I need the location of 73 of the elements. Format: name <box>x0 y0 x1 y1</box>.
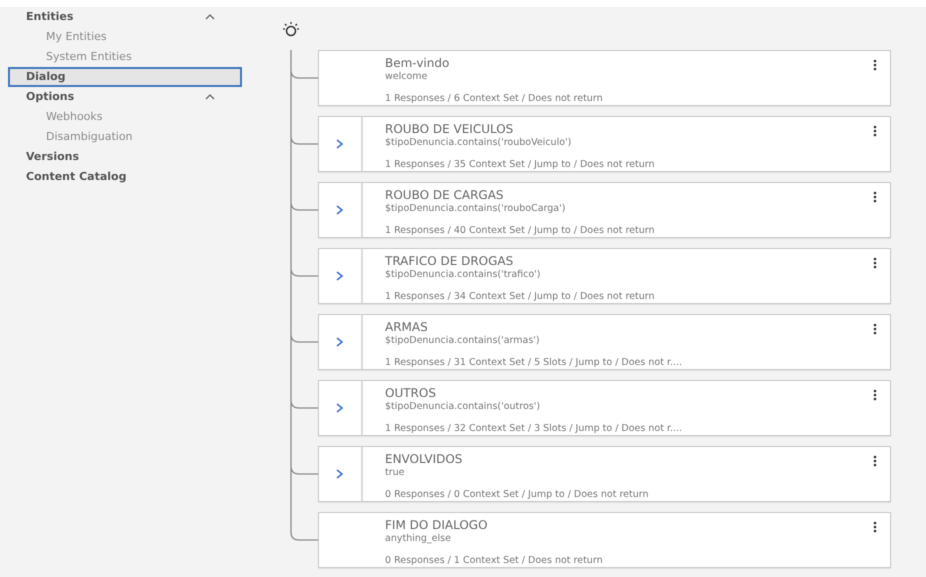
sidebar-item-label: Dialog <box>26 68 66 85</box>
sidebar-item[interactable]: Entities <box>8 7 242 27</box>
sidebar-item-label: My Entities <box>46 28 107 45</box>
sidebar-item[interactable]: Webhooks <box>8 107 242 127</box>
chevron-right-icon[interactable] <box>335 403 345 413</box>
overflow-menu-icon[interactable] <box>873 191 877 203</box>
connector-line <box>290 313 319 381</box>
node-summary: 1 Responses / 34 Context Set / Jump to / Does not return <box>385 290 656 303</box>
sidebar-item[interactable]: Dialog <box>8 67 242 87</box>
node-condition: $tipoDenuncia.contains('trafico') <box>385 268 542 281</box>
overflow-menu-icon[interactable] <box>873 455 877 467</box>
node-title: ARMAS <box>385 320 429 334</box>
chevron-up-icon[interactable] <box>204 93 216 101</box>
node-condition: $tipoDenuncia.contains('rouboCarga') <box>385 202 566 215</box>
node-title: ROUBO DE CARGAS <box>385 188 505 202</box>
sidebar-item[interactable]: Versions <box>8 147 242 167</box>
node-summary: 0 Responses / 0 Context Set / Jump to / Does not return <box>385 488 650 501</box>
sidebar-item-label: Entities <box>26 8 74 25</box>
connector-line <box>290 247 319 315</box>
node-summary: 1 Responses / 35 Context Set / Jump to / Does not return <box>385 158 656 171</box>
chevron-right-icon[interactable] <box>335 469 345 479</box>
sidebar-item-label: System Entities <box>46 48 132 65</box>
chevron-right-icon[interactable] <box>335 205 345 215</box>
overflow-menu-icon[interactable] <box>873 59 877 71</box>
sidebar-item[interactable]: Content Catalog <box>8 167 242 187</box>
sidebar-item[interactable]: System Entities <box>8 47 242 67</box>
chevron-right-icon[interactable] <box>335 139 345 149</box>
sidebar-item[interactable]: Options <box>8 87 242 107</box>
sidebar-item-label: Disambiguation <box>46 128 133 145</box>
lightbulb-icon <box>282 20 300 36</box>
sidebar-item-label: Versions <box>26 148 80 165</box>
node-condition: $tipoDenuncia.contains('outros') <box>385 400 542 413</box>
chevron-right-icon[interactable] <box>335 337 345 347</box>
node-title: FIM DO DIALOGO <box>385 518 489 532</box>
dialog-node-card[interactable]: ROUBO DE VEICULOS $tipoDenuncia.contains('rouboVeiculo') 1 Responses / 35 Context Set / Jump to / Does not return <box>318 116 891 172</box>
node-condition: $tipoDenuncia.contains('rouboVeiculo') <box>385 136 572 149</box>
sidebar-item[interactable]: My Entities <box>8 27 242 47</box>
node-summary: 0 Responses / 1 Context Set / Does not return <box>385 554 604 567</box>
node-title: ROUBO DE VEICULOS <box>385 122 514 136</box>
node-summary: 1 Responses / 6 Context Set / Does not return <box>385 92 604 105</box>
sidebar-item[interactable]: Disambiguation <box>8 127 242 147</box>
chevron-up-icon[interactable] <box>204 13 216 21</box>
connector-line <box>290 379 319 447</box>
node-condition: true <box>385 466 406 479</box>
overflow-menu-icon[interactable] <box>873 257 877 269</box>
dialog-node-card[interactable]: FIM DO DIALOGO anything_else 0 Responses / 1 Context Set / Does not return <box>318 512 891 568</box>
node-summary: 1 Responses / 32 Context Set / 3 Slots / Jump to / Does not r.... <box>385 422 684 435</box>
dialog-node-card[interactable]: Bem-vindo welcome 1 Responses / 6 Context Set / Does not return <box>318 50 891 106</box>
overflow-menu-icon[interactable] <box>873 125 877 137</box>
dialog-node-card[interactable]: TRAFICO DE DROGAS $tipoDenuncia.contains('trafico') 1 Responses / 34 Context Set / Jump to / Does not return <box>318 248 891 304</box>
node-condition: $tipoDenuncia.contains('armas') <box>385 334 541 347</box>
overflow-menu-icon[interactable] <box>873 323 877 335</box>
node-condition: anything_else <box>385 532 452 545</box>
chevron-right-icon[interactable] <box>335 271 345 281</box>
connector-line <box>290 115 319 183</box>
dialog-node-card[interactable]: ARMAS $tipoDenuncia.contains('armas') 1 Responses / 31 Context Set / 5 Slots / Jump to / Does not r.... <box>318 314 891 370</box>
node-condition: welcome <box>385 70 428 83</box>
sidebar-item-label: Webhooks <box>46 108 103 125</box>
node-title: OUTROS <box>385 386 437 400</box>
overflow-menu-icon[interactable] <box>873 521 877 533</box>
sidebar-item-label: Options <box>26 88 74 105</box>
node-title: ENVOLVIDOS <box>385 452 464 466</box>
node-summary: 1 Responses / 31 Context Set / 5 Slots / Jump to / Does not r.... <box>385 356 684 369</box>
dialog-node-card[interactable]: ROUBO DE CARGAS $tipoDenuncia.contains('rouboCarga') 1 Responses / 40 Context Set / Jump to / Does not return <box>318 182 891 238</box>
sidebar-item-label: Content Catalog <box>26 168 126 185</box>
node-summary: 1 Responses / 40 Context Set / Jump to / Does not return <box>385 224 656 237</box>
overflow-menu-icon[interactable] <box>873 389 877 401</box>
dialog-node-card[interactable]: ENVOLVIDOS true 0 Responses / 0 Context Set / Jump to / Does not return <box>318 446 891 502</box>
dialog-node-card[interactable]: OUTROS $tipoDenuncia.contains('outros') 1 Responses / 32 Context Set / 3 Slots / Jump to / Does not r.... <box>318 380 891 436</box>
connector-line <box>290 181 319 249</box>
connector-line <box>290 49 319 117</box>
node-title: Bem-vindo <box>385 56 450 70</box>
node-title: TRAFICO DE DROGAS <box>385 254 514 268</box>
